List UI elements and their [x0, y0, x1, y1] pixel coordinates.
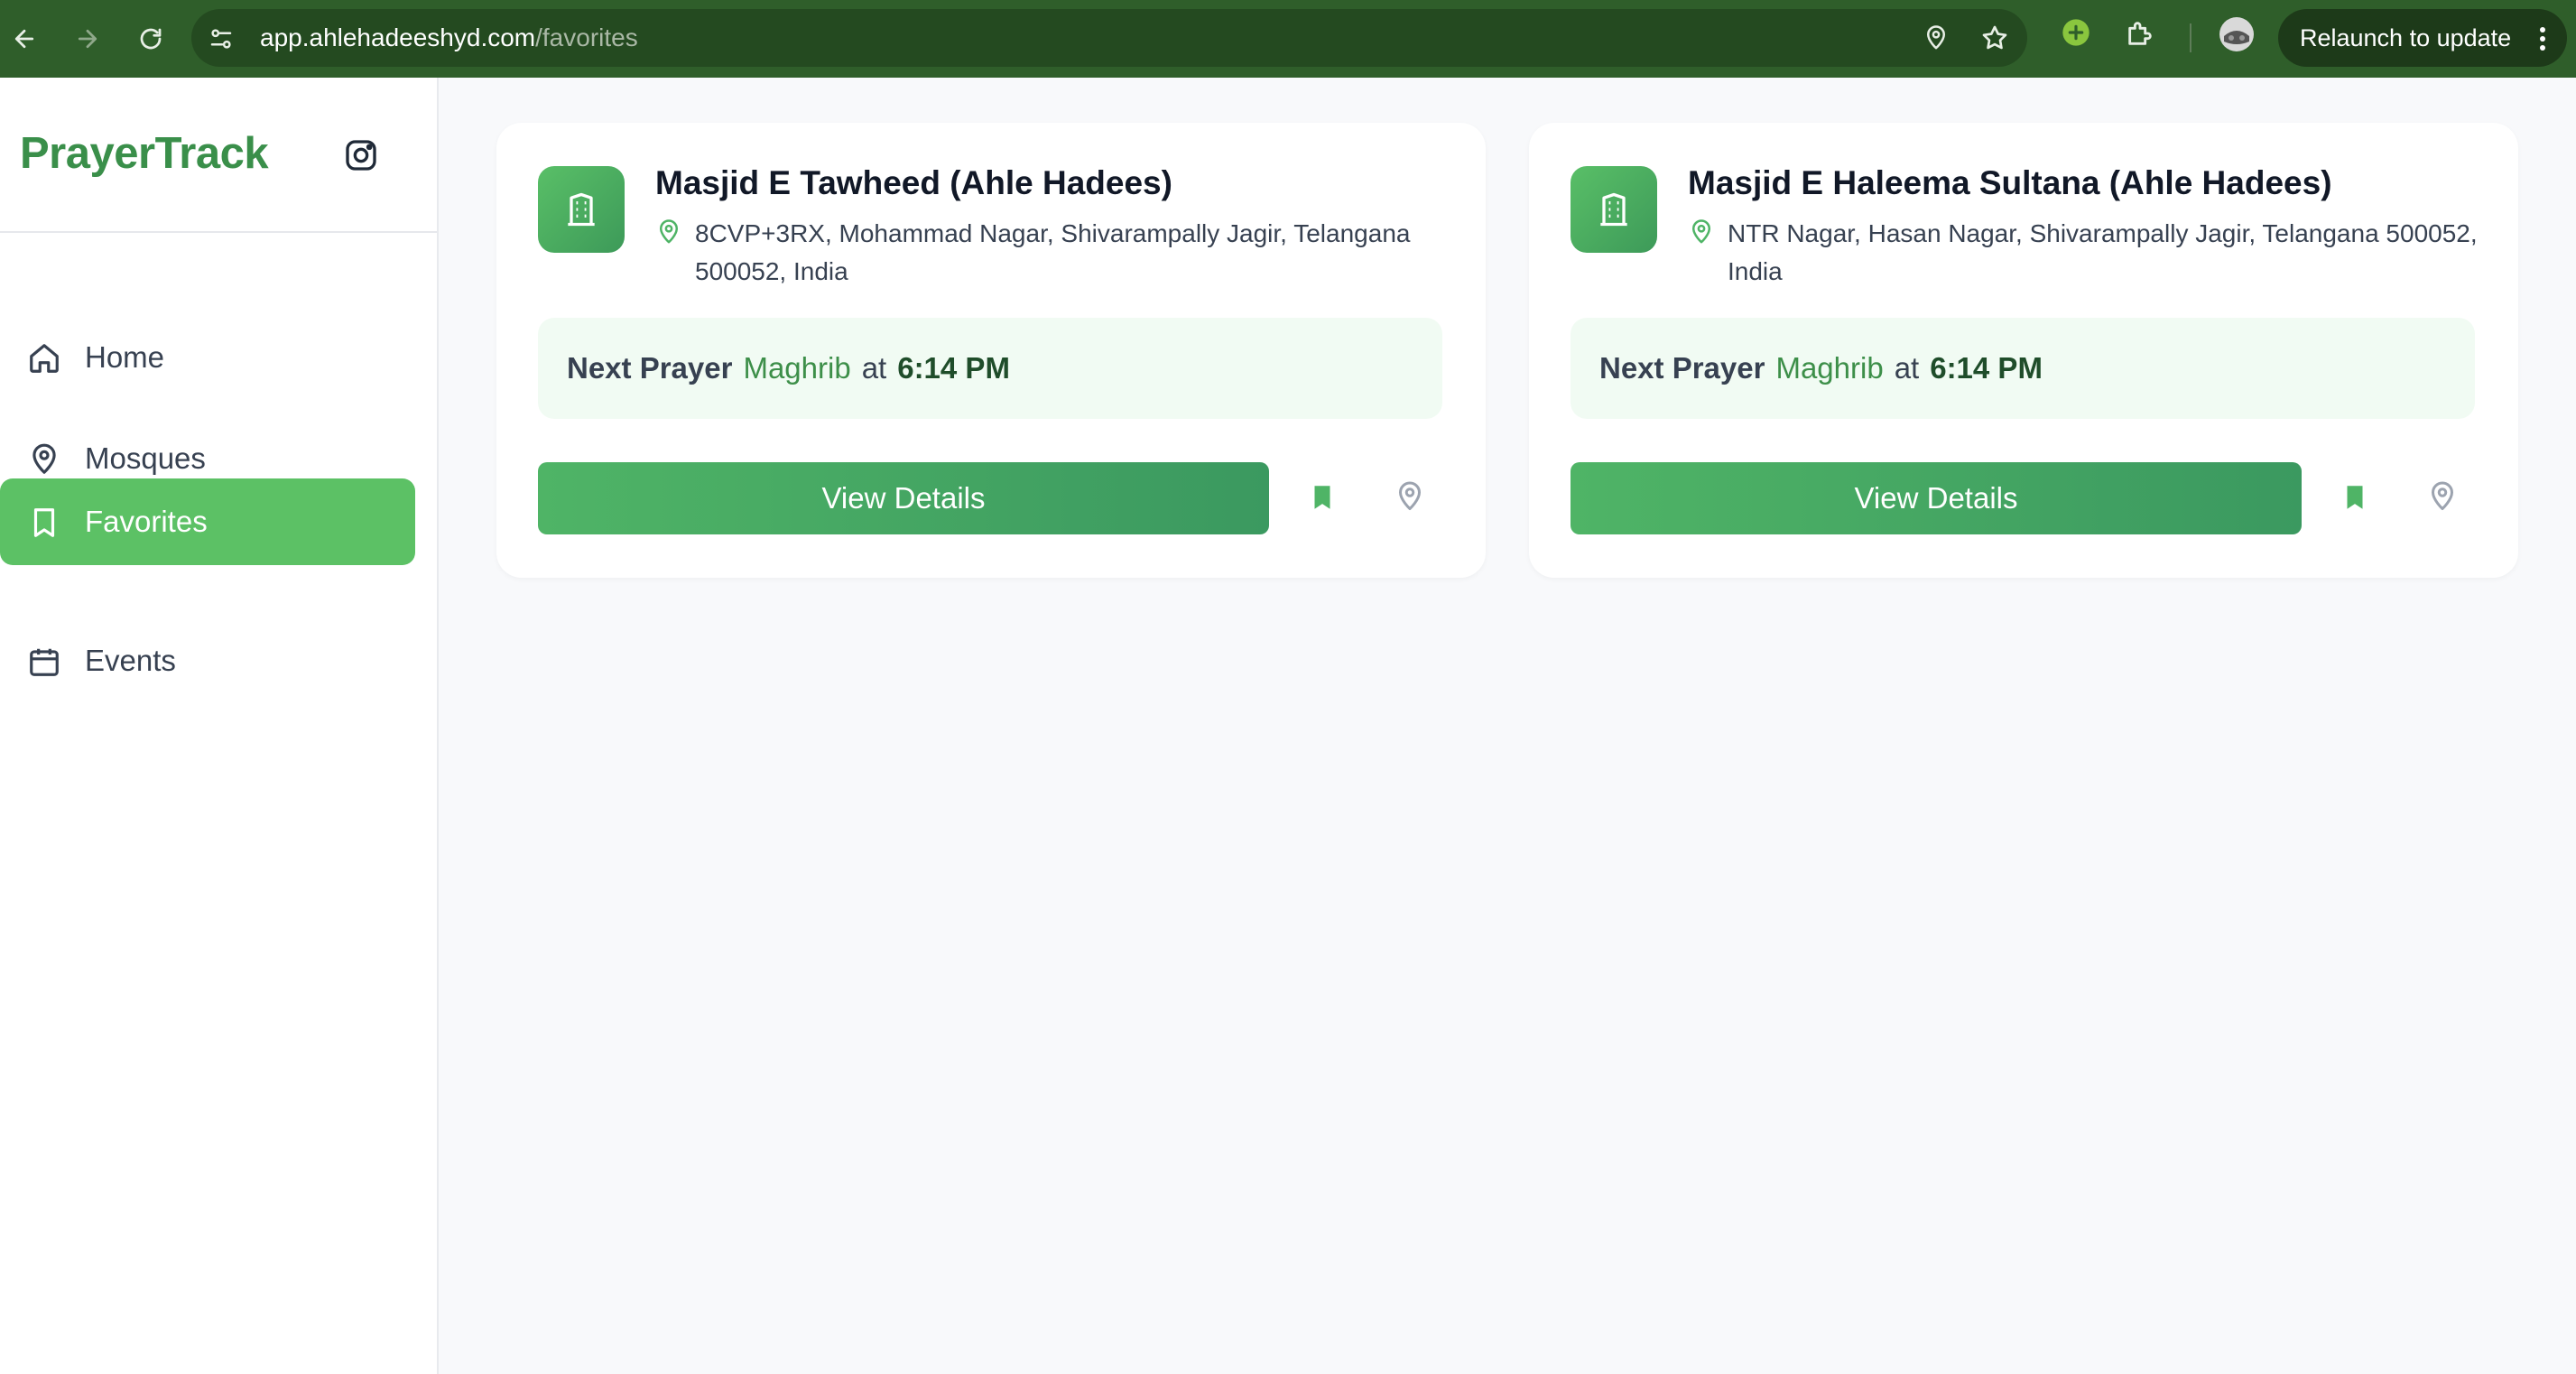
bookmark-icon	[33, 508, 55, 537]
forward-button[interactable]	[63, 14, 112, 63]
map-pin-icon	[1692, 219, 1710, 244]
prayer-name: Maghrib	[1775, 351, 1884, 385]
map-pin-icon	[660, 219, 678, 244]
mosque-card: Masjid E Tawheed (Ahle Hadees) 8CVP+3RX,…	[496, 123, 1486, 578]
brand-logo[interactable]: PrayerTrack	[20, 128, 269, 179]
building-icon	[1600, 192, 1627, 227]
more-vert-icon	[2540, 27, 2545, 51]
mosque-badge	[1571, 166, 1657, 253]
sidebar-item-home[interactable]: Home	[0, 314, 415, 401]
prayer-name: Maghrib	[743, 351, 851, 385]
building-icon	[568, 192, 595, 227]
prayer-time: 6:14 PM	[897, 351, 1010, 385]
mosque-name[interactable]: Masjid E Haleema Sultana (Ahle Hadees)	[1688, 164, 2332, 202]
reload-icon	[140, 28, 162, 50]
view-details-button[interactable]: View Details	[1571, 462, 2302, 534]
instagram-icon	[346, 140, 376, 171]
sidebar: PrayerTrack Home Mosques Favorites Event…	[0, 78, 439, 1374]
sidebar-item-label: Events	[85, 644, 176, 677]
next-prayer-label: Next Prayer	[567, 351, 733, 385]
reload-button[interactable]	[126, 14, 175, 63]
calendar-icon	[30, 648, 59, 676]
url-text[interactable]: app.ahlehadeeshyd.com/favorites	[260, 9, 638, 67]
next-prayer-box: Next Prayer Maghrib at 6:14 PM	[538, 318, 1442, 419]
next-prayer-box: Next Prayer Maghrib at 6:14 PM	[1571, 318, 2475, 419]
bookmark-filled-icon[interactable]	[2340, 480, 2370, 515]
back-button[interactable]	[0, 14, 49, 63]
mosque-address: 8CVP+3RX, Mohammad Nagar, Shivarampally …	[695, 219, 1411, 285]
sidebar-item-favorites[interactable]: Favorites	[0, 478, 415, 565]
location-pin-icon[interactable]	[2426, 478, 2459, 515]
extension-plus-icon[interactable]	[2062, 18, 2090, 47]
relaunch-button[interactable]: Relaunch to update	[2278, 9, 2567, 67]
at-label: at	[861, 351, 887, 385]
location-pin-icon[interactable]	[1394, 478, 1426, 515]
bookmark-filled-icon[interactable]	[1307, 480, 1338, 515]
instagram-link[interactable]	[343, 137, 379, 178]
profile-avatar-icon[interactable]	[2219, 16, 2255, 52]
arrow-left-icon	[14, 29, 34, 49]
location-icon[interactable]	[1923, 23, 1950, 52]
site-settings-icon[interactable]	[208, 25, 235, 52]
sidebar-item-label: Home	[85, 340, 165, 374]
address-bar[interactable]: app.ahlehadeeshyd.com/favorites	[191, 9, 2027, 67]
next-prayer-label: Next Prayer	[1599, 351, 1765, 385]
sidebar-divider	[0, 231, 437, 233]
view-details-button[interactable]: View Details	[538, 462, 1269, 534]
extensions-puzzle-icon[interactable]	[2125, 18, 2155, 49]
mosque-badge	[538, 166, 625, 253]
browser-toolbar: app.ahlehadeeshyd.com/favorites Relaunch…	[0, 0, 2576, 78]
mosque-card: Masjid E Haleema Sultana (Ahle Hadees) N…	[1529, 123, 2518, 578]
star-icon[interactable]	[1980, 23, 2009, 52]
prayer-time: 6:14 PM	[1930, 351, 2043, 385]
mosque-address: NTR Nagar, Hasan Nagar, Shivarampally Ja…	[1728, 219, 2478, 285]
at-label: at	[1894, 351, 1920, 385]
mosque-name[interactable]: Masjid E Tawheed (Ahle Hadees)	[655, 164, 1172, 202]
arrow-right-icon	[78, 29, 97, 49]
map-pin-icon	[32, 443, 56, 474]
sidebar-item-events[interactable]: Events	[0, 617, 415, 704]
home-icon	[30, 344, 59, 373]
toolbar-divider	[2190, 23, 2191, 52]
relaunch-label: Relaunch to update	[2300, 23, 2512, 51]
sidebar-item-label: Favorites	[85, 505, 208, 538]
